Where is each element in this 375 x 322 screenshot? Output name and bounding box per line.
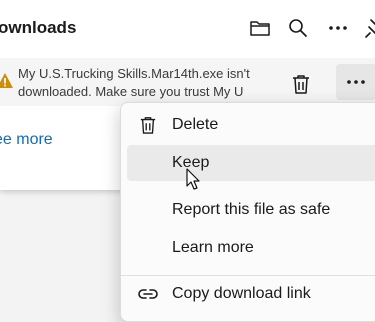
open-folder-button[interactable] bbox=[246, 14, 274, 42]
ellipsis-icon bbox=[329, 26, 347, 30]
download-item[interactable]: My U.S.Trucking Skills.Mar14th.exe isn't… bbox=[0, 58, 375, 106]
menu-item-report-safe[interactable]: Report this file as safe bbox=[127, 192, 375, 228]
menu-item-delete[interactable]: Delete bbox=[127, 107, 375, 143]
pin-button[interactable] bbox=[360, 14, 375, 42]
see-more-link[interactable]: ee more bbox=[0, 131, 53, 149]
menu-item-label: Report this file as safe bbox=[172, 201, 331, 218]
ellipsis-icon bbox=[347, 80, 365, 84]
delete-download-button[interactable] bbox=[287, 70, 315, 98]
download-message-line2: downloaded. Make sure you trust My U bbox=[18, 84, 244, 99]
download-message-line1: My U.S.Trucking Skills.Mar14th.exe isn't bbox=[18, 66, 250, 81]
panel-title: ownloads bbox=[0, 18, 77, 37]
more-options-button[interactable] bbox=[324, 14, 352, 42]
warning-icon bbox=[0, 73, 13, 88]
download-message: My U.S.Trucking Skills.Mar14th.exe isn't… bbox=[18, 65, 274, 101]
menu-item-learn-more[interactable]: Learn more bbox=[127, 230, 375, 266]
downloads-header: ownloads bbox=[0, 0, 375, 59]
pin-icon bbox=[365, 19, 375, 38]
menu-item-keep[interactable]: Keep bbox=[127, 145, 375, 181]
trash-icon bbox=[293, 75, 309, 94]
menu-item-label: Copy download link bbox=[172, 285, 311, 302]
link-icon bbox=[138, 289, 158, 299]
search-button[interactable] bbox=[284, 14, 312, 42]
trash-icon bbox=[140, 117, 156, 134]
download-context-menu: Delete Keep Report this file as safe Lea… bbox=[120, 102, 375, 322]
download-more-actions-button[interactable] bbox=[336, 64, 375, 100]
mouse-cursor-icon bbox=[186, 168, 200, 190]
folder-icon bbox=[250, 21, 270, 36]
menu-item-label: Delete bbox=[172, 116, 219, 133]
menu-item-copy-link[interactable]: Copy download link bbox=[127, 276, 375, 312]
search-icon bbox=[289, 19, 307, 37]
menu-item-label: Learn more bbox=[172, 239, 254, 256]
